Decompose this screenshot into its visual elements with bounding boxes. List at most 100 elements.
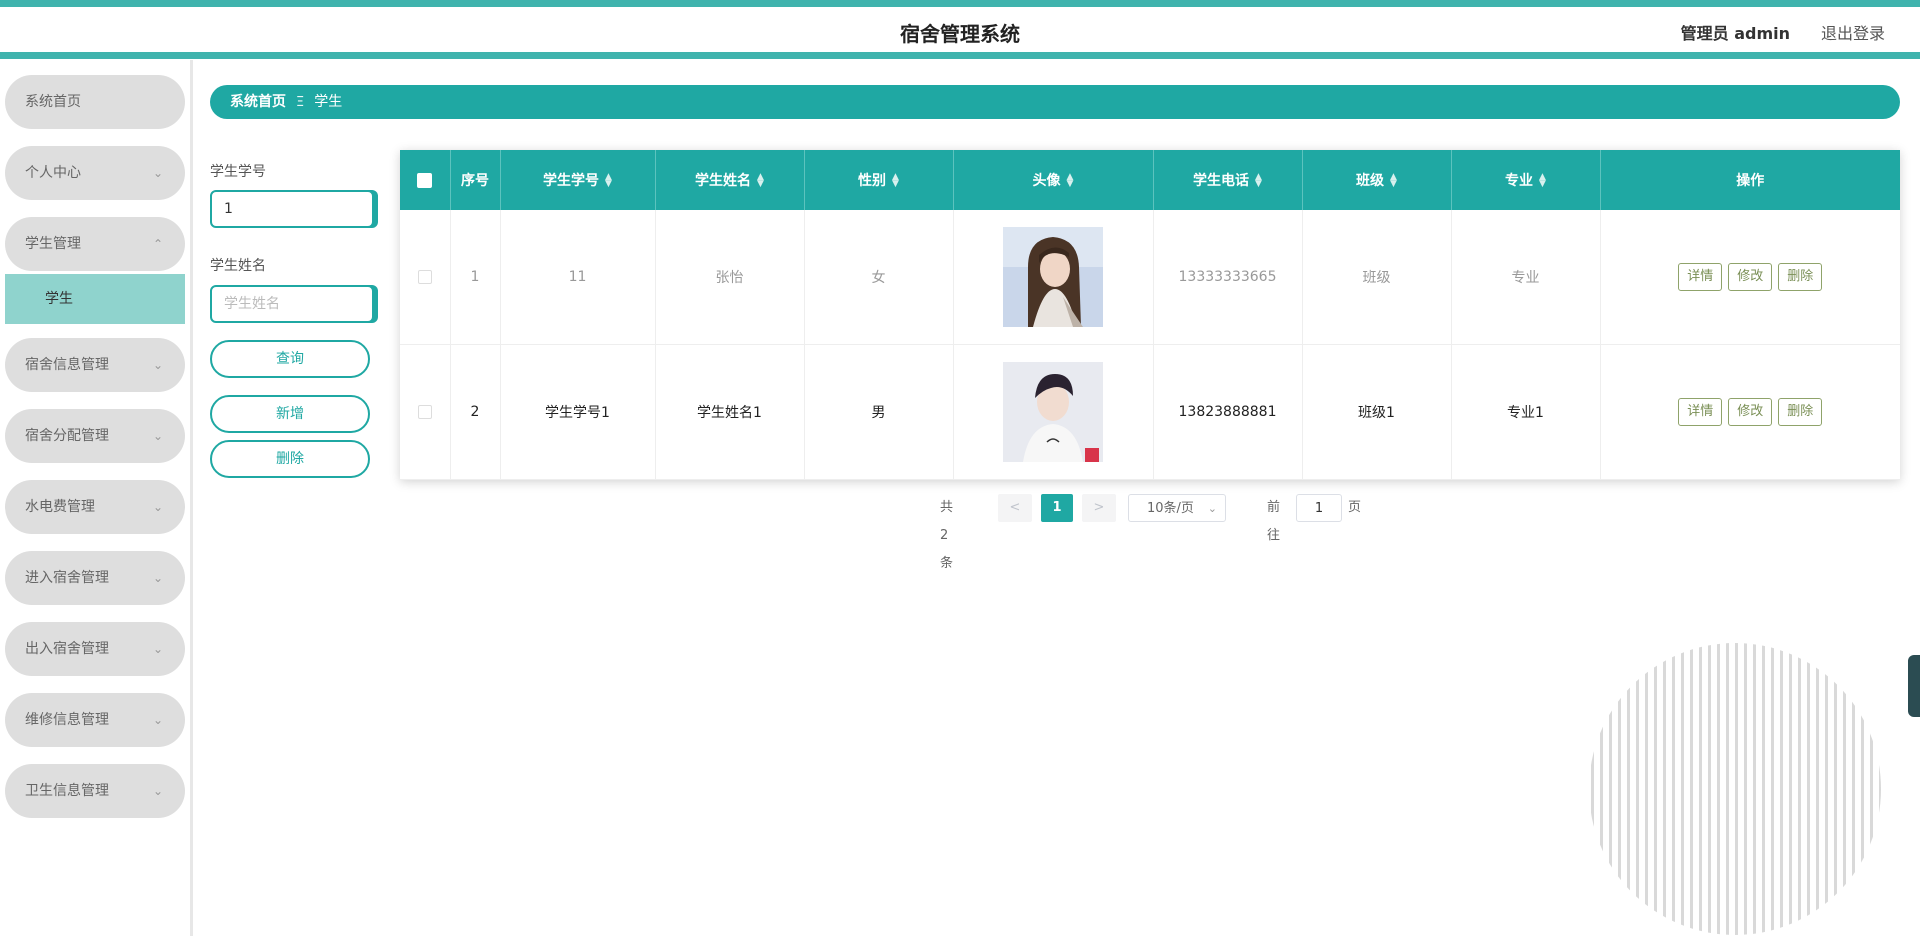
page-suffix-label: 页 bbox=[1348, 500, 1362, 515]
detail-button[interactable]: 详情 bbox=[1678, 263, 1723, 291]
row-select-cell[interactable] bbox=[400, 210, 451, 345]
goto-page-input[interactable]: 1 bbox=[1296, 494, 1342, 522]
cell-student-id: 学生学号1 bbox=[500, 344, 656, 480]
sidebar-item-label: 系统首页 bbox=[25, 94, 81, 110]
decorative-striped-circle bbox=[1589, 643, 1881, 935]
top-accent-stripe bbox=[0, 0, 1920, 7]
chevron-down-icon: ⌄ bbox=[152, 642, 163, 656]
page-number-current[interactable]: 1 bbox=[1041, 494, 1073, 522]
cell-phone: 13333333665 bbox=[1153, 210, 1303, 345]
row-checkbox[interactable] bbox=[417, 405, 432, 419]
sidebar-item-personal-center[interactable]: 个人中心 ⌄ bbox=[5, 146, 185, 200]
row-select-cell[interactable] bbox=[400, 344, 451, 480]
sort-icon[interactable]: ▲ ▼ bbox=[1067, 173, 1074, 189]
sidebar-item-dorm-allocation[interactable]: 宿舍分配管理 ⌄ bbox=[5, 409, 185, 463]
sidebar-item-dorm-access[interactable]: 出入宿舍管理 ⌄ bbox=[5, 622, 185, 676]
select-all-checkbox[interactable] bbox=[417, 172, 433, 188]
cell-gender: 男 bbox=[804, 344, 954, 480]
chevron-down-icon: ⌄ bbox=[152, 713, 163, 727]
col-header-class[interactable]: 班级 ▲ ▼ bbox=[1302, 150, 1452, 210]
sort-icon[interactable]: ▲ ▼ bbox=[892, 173, 899, 189]
delete-button[interactable]: 删除 bbox=[1778, 398, 1823, 426]
sidebar-item-utility-fees[interactable]: 水电费管理 ⌄ bbox=[5, 480, 185, 534]
cell-phone: 13823888881 bbox=[1153, 344, 1303, 480]
chevron-up-icon: ⌃ bbox=[152, 237, 163, 251]
sidebar-item-student-management[interactable]: 学生管理 ⌃ bbox=[5, 217, 185, 271]
page-size-select[interactable]: 10条/页 ⌄ bbox=[1128, 494, 1226, 522]
cell-index: 1 bbox=[450, 210, 501, 345]
student-id-label: 学生学号 bbox=[210, 164, 266, 180]
col-header-student-id[interactable]: 学生学号 ▲ ▼ bbox=[500, 150, 656, 210]
select-all-cell[interactable] bbox=[400, 150, 451, 210]
cell-class: 班级 bbox=[1302, 210, 1452, 345]
cell-student-name: 学生姓名1 bbox=[655, 344, 805, 480]
sidebar-item-dorm-info[interactable]: 宿舍信息管理 ⌄ bbox=[5, 338, 185, 392]
cell-class: 班级1 bbox=[1302, 344, 1452, 480]
add-button[interactable]: 新增 bbox=[210, 395, 370, 433]
logout-link[interactable]: 退出登录 bbox=[1821, 20, 1885, 44]
col-header-label: 班级 bbox=[1356, 173, 1385, 189]
sidebar-item-label: 宿舍分配管理 bbox=[25, 428, 109, 444]
col-header-label: 头像 bbox=[1032, 173, 1061, 189]
chevron-down-icon: ⌄ bbox=[152, 571, 163, 585]
prev-page-button[interactable]: < bbox=[998, 494, 1032, 522]
next-page-button[interactable]: > bbox=[1082, 494, 1116, 522]
female-avatar-image bbox=[1003, 227, 1103, 327]
cell-gender: 女 bbox=[804, 210, 954, 345]
sidebar-item-label: 维修信息管理 bbox=[25, 712, 109, 728]
cell-actions: 详情 修改 删除 bbox=[1600, 344, 1900, 480]
student-id-input[interactable] bbox=[210, 190, 374, 228]
sidebar-item-label: 出入宿舍管理 bbox=[25, 641, 109, 657]
sort-icon[interactable]: ▲ ▼ bbox=[1255, 173, 1262, 189]
cell-avatar bbox=[953, 210, 1154, 345]
student-name-input[interactable] bbox=[210, 285, 374, 323]
edit-button[interactable]: 修改 bbox=[1728, 398, 1773, 426]
cell-index: 2 bbox=[450, 344, 501, 480]
cell-avatar bbox=[953, 344, 1154, 480]
table-header-row: 序号 学生学号 ▲ ▼ 学生姓名 ▲ ▼ 性别 ▲ ▼ 头像 ▲ ▼ 学生电话 ▲ ▼ 班级 ▲ ▼ 专… bbox=[400, 150, 1900, 210]
sidebar-item-hygiene-info[interactable]: 卫生信息管理 ⌄ bbox=[5, 764, 185, 818]
sidebar-item-label: 进入宿舍管理 bbox=[25, 570, 109, 586]
chevron-down-icon: ⌄ bbox=[152, 166, 163, 180]
col-header-student-name[interactable]: 学生姓名 ▲ ▼ bbox=[655, 150, 805, 210]
query-button[interactable]: 查询 bbox=[210, 340, 370, 378]
chevron-down-icon: ⌄ bbox=[152, 429, 163, 443]
col-header-gender[interactable]: 性别 ▲ ▼ bbox=[804, 150, 954, 210]
delete-button[interactable]: 删除 bbox=[1778, 263, 1823, 291]
cell-major: 专业1 bbox=[1451, 344, 1601, 480]
col-header-label: 性别 bbox=[858, 173, 887, 189]
chevron-down-icon: ⌄ bbox=[152, 358, 163, 372]
sidebar-item-label: 学生管理 bbox=[25, 236, 81, 252]
pagination-total: 共 2 条 bbox=[940, 500, 954, 571]
col-header-phone[interactable]: 学生电话 ▲ ▼ bbox=[1153, 150, 1303, 210]
breadcrumb-home[interactable]: 系统首页 bbox=[230, 94, 286, 110]
sidebar-item-dorm-entry[interactable]: 进入宿舍管理 ⌄ bbox=[5, 551, 185, 605]
page-size-value: 10条/页 bbox=[1147, 501, 1194, 516]
row-checkbox[interactable] bbox=[417, 270, 432, 284]
breadcrumb-current: 学生 bbox=[314, 94, 343, 110]
sort-icon[interactable]: ▲ ▼ bbox=[1539, 173, 1546, 189]
col-header-avatar[interactable]: 头像 ▲ ▼ bbox=[953, 150, 1154, 210]
col-header-label: 学生电话 bbox=[1193, 173, 1250, 189]
sidebar: 系统首页 个人中心 ⌄ 学生管理 ⌃ 学生 宿舍信息管理 ⌄ 宿舍分配管理 ⌄ 水电费管… bbox=[0, 60, 193, 936]
edit-button[interactable]: 修改 bbox=[1728, 263, 1773, 291]
sort-icon[interactable]: ▲ ▼ bbox=[1390, 173, 1397, 189]
cell-student-name: 张怡 bbox=[655, 210, 805, 345]
sidebar-item-home[interactable]: 系统首页 bbox=[5, 75, 185, 129]
sort-icon[interactable]: ▲ ▼ bbox=[757, 173, 764, 189]
col-header-major[interactable]: 专业 ▲ ▼ bbox=[1451, 150, 1601, 210]
floating-side-tab[interactable] bbox=[1908, 655, 1920, 717]
goto-label: 前往 bbox=[1267, 500, 1281, 543]
sidebar-item-repair-info[interactable]: 维修信息管理 ⌄ bbox=[5, 693, 185, 747]
chevron-down-icon: ⌄ bbox=[152, 500, 163, 514]
breadcrumb-separator-icon: Ξ bbox=[296, 95, 305, 110]
batch-delete-button[interactable]: 删除 bbox=[210, 440, 370, 478]
chevron-down-icon: ⌄ bbox=[1207, 502, 1217, 515]
detail-button[interactable]: 详情 bbox=[1678, 398, 1723, 426]
sidebar-subitem-student[interactable]: 学生 bbox=[5, 274, 185, 324]
sort-icon[interactable]: ▲ ▼ bbox=[605, 173, 612, 189]
sidebar-item-label: 水电费管理 bbox=[25, 499, 95, 515]
cell-student-id: 11 bbox=[500, 210, 656, 345]
app-title: 宿舍管理系统 bbox=[900, 22, 1020, 46]
breadcrumb: 系统首页 Ξ 学生 bbox=[210, 85, 1900, 119]
